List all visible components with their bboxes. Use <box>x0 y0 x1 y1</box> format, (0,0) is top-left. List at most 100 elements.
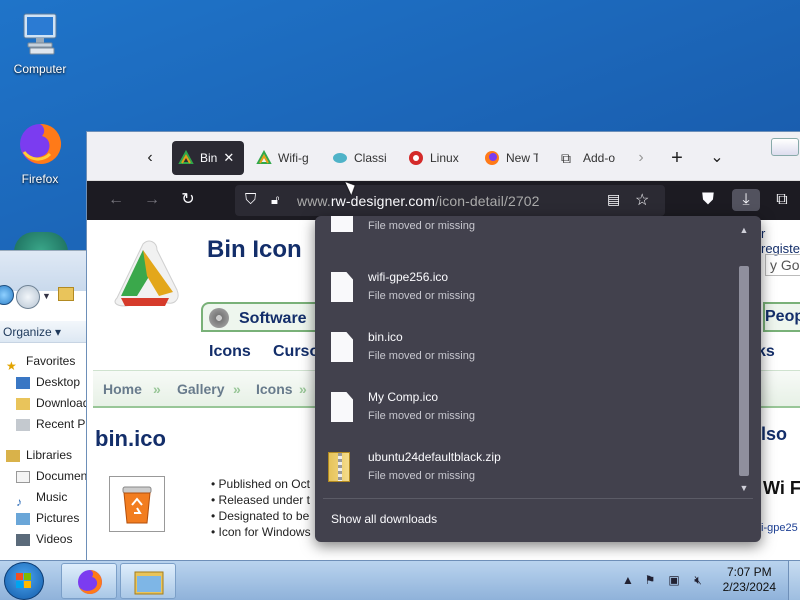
tab-wifi[interactable]: Wifi-g <box>250 141 316 175</box>
register-link[interactable]: r registe <box>761 226 800 256</box>
desktop-icon-firefox[interactable]: Firefox <box>0 120 80 186</box>
back-icon[interactable]: ← <box>105 189 127 211</box>
nav-cursors[interactable]: Curso <box>273 343 319 361</box>
volume-muted-icon[interactable]: 🔇︎ <box>690 573 706 589</box>
action-center-flag-icon[interactable]: ⚑ <box>642 573 658 589</box>
show-hidden-icons-icon[interactable]: ▲ <box>620 573 636 589</box>
divider <box>323 498 753 499</box>
tab-addons[interactable]: ⧉ Add-o <box>555 141 615 175</box>
scroll-down-icon[interactable]: ▼ <box>737 482 751 494</box>
bin-icon-preview <box>109 476 165 532</box>
desktop-icon-label: Computer <box>13 62 67 76</box>
tab-new[interactable]: New T <box>478 141 538 175</box>
reader-view-icon[interactable]: ▤ <box>607 191 620 208</box>
tab-linux[interactable]: Linux <box>402 141 462 175</box>
show-all-downloads-button[interactable]: Show all downloads <box>331 512 437 526</box>
tree-item-downloads[interactable]: Downloads <box>0 393 90 414</box>
explorer-window: ▼ Organize ▾ ★ Favorites Desktop Download… <box>0 250 90 560</box>
reload-icon[interactable]: ↻ <box>177 189 199 211</box>
tab-scroll-left-icon[interactable]: ‹ <box>138 146 162 170</box>
crumb-home[interactable]: Home <box>103 381 142 397</box>
tab-scroll-right-icon[interactable]: › <box>629 146 653 170</box>
taskbar-explorer-button[interactable] <box>120 563 176 599</box>
clock-time: 7:07 PM <box>726 565 772 579</box>
wifi-thumb[interactable]: Wi F <box>763 478 800 510</box>
firefox-icon <box>16 120 64 168</box>
organize-button[interactable]: Organize ▾ <box>0 321 90 343</box>
star-icon: ★ <box>6 358 17 372</box>
page-heading: Bin Icon <box>207 236 302 263</box>
firefox-icon <box>78 570 102 594</box>
documents-icon <box>16 470 30 483</box>
download-item[interactable]: wifi-gpe256.ico File moved or missing <box>315 258 735 318</box>
tree-item-documents[interactable]: Documents <box>0 466 90 487</box>
tree-item-videos[interactable]: Videos <box>0 529 90 550</box>
url-bar[interactable]: ⛉ 🔓︎ www.rw-designer.com/icon-detail/270… <box>235 185 665 216</box>
forward-icon[interactable]: → <box>141 189 163 211</box>
desktop-icon <box>16 376 30 389</box>
network-icon[interactable]: ▣ <box>666 573 682 589</box>
crumb-icons[interactable]: Icons <box>256 381 293 397</box>
scroll-up-icon[interactable]: ▲ <box>737 224 751 236</box>
tree-item-desktop[interactable]: Desktop <box>0 372 90 393</box>
dropdown-icon[interactable]: ▼ <box>42 291 51 301</box>
also-heading: lso <box>761 424 788 444</box>
download-item[interactable]: File moved or missing <box>315 216 735 248</box>
taskbar-firefox-button[interactable] <box>61 563 117 599</box>
tree-item-pictures[interactable]: Pictures <box>0 508 90 529</box>
tab-bin[interactable]: Bin ✕ <box>172 141 244 175</box>
file-icon <box>331 216 353 232</box>
firefox-favicon-icon <box>484 150 500 166</box>
pocket-icon[interactable]: ⛊ <box>697 189 719 211</box>
downloads-scrollbar[interactable]: ▲ ▼ <box>737 224 751 494</box>
clock[interactable]: 7:07 PM 2/23/2024 <box>723 565 776 595</box>
desktop-icon-partial[interactable] <box>14 232 68 252</box>
classic-favicon-icon <box>332 150 348 166</box>
tab-bar: ‹ Bin ✕ Wifi-g Classi Linux New T ⧉ Add-… <box>87 132 800 181</box>
show-desktop-button[interactable] <box>788 561 800 600</box>
desktop-icon-computer[interactable]: Computer <box>0 10 80 76</box>
music-icon: ♪ <box>16 494 22 508</box>
tab-classic[interactable]: Classi <box>326 141 388 175</box>
nav-icons[interactable]: Icons <box>209 343 251 361</box>
explorer-nav-bar: ▼ <box>0 251 90 309</box>
tree-item-music[interactable]: ♪ Music <box>0 487 90 508</box>
tree-item-recent-places[interactable]: Recent Places <box>0 414 90 435</box>
tree-item-favorites[interactable]: ★ Favorites <box>0 351 90 372</box>
new-tab-icon[interactable]: + <box>665 146 689 170</box>
disc-icon <box>209 308 229 328</box>
download-item[interactable]: bin.ico File moved or missing <box>315 318 735 378</box>
clock-date: 2/23/2024 <box>722 580 776 594</box>
url-text[interactable]: www.rw-designer.com/icon-detail/2702 <box>297 193 540 209</box>
windows-logo-icon <box>16 573 31 588</box>
explorer-tree: ★Favorites Desktop Downloads Recent Plac… <box>0 343 90 550</box>
download-item[interactable]: ubuntu24defaultblack.zip File moved or m… <box>315 438 735 498</box>
libraries-icon <box>6 449 20 462</box>
folder-icon <box>58 287 74 301</box>
zip-folder-icon <box>328 452 350 482</box>
nav-toolbar: ← → ↻ ⛉ 🔓︎ www.rw-designer.com/icon-deta… <box>87 181 800 220</box>
forward-icon[interactable] <box>16 285 40 309</box>
pictures-icon <box>16 512 30 525</box>
tree-item-libraries[interactable]: Libraries <box>0 445 90 466</box>
start-button[interactable] <box>4 562 44 600</box>
wifi-link[interactable]: i-gpe25 <box>761 522 798 534</box>
close-tab-icon[interactable]: ✕ <box>223 150 234 166</box>
people-tab[interactable]: Peop <box>763 302 800 332</box>
bookmark-star-icon[interactable]: ☆ <box>635 190 649 210</box>
shield-icon[interactable]: ⛉ <box>245 191 256 208</box>
search-box[interactable]: y Goo <box>765 254 800 276</box>
extensions-icon[interactable]: ⧉ <box>771 189 793 211</box>
desktop-icon-label: Firefox <box>21 172 59 186</box>
downloads-icon[interactable]: ⤓ <box>732 189 760 211</box>
file-icon <box>331 272 353 302</box>
file-icon <box>331 332 353 362</box>
scrollbar-thumb[interactable] <box>739 266 749 476</box>
wifi-favicon-icon <box>256 149 272 166</box>
list-all-tabs-icon[interactable]: ⌄ <box>705 146 729 170</box>
download-item[interactable]: My Comp.ico File moved or missing <box>315 378 735 438</box>
window-control-button[interactable] <box>771 138 799 156</box>
crumb-gallery[interactable]: Gallery <box>177 381 224 397</box>
icon-title: bin.ico <box>95 426 166 451</box>
lock-icon[interactable]: 🔓︎ <box>271 192 279 208</box>
